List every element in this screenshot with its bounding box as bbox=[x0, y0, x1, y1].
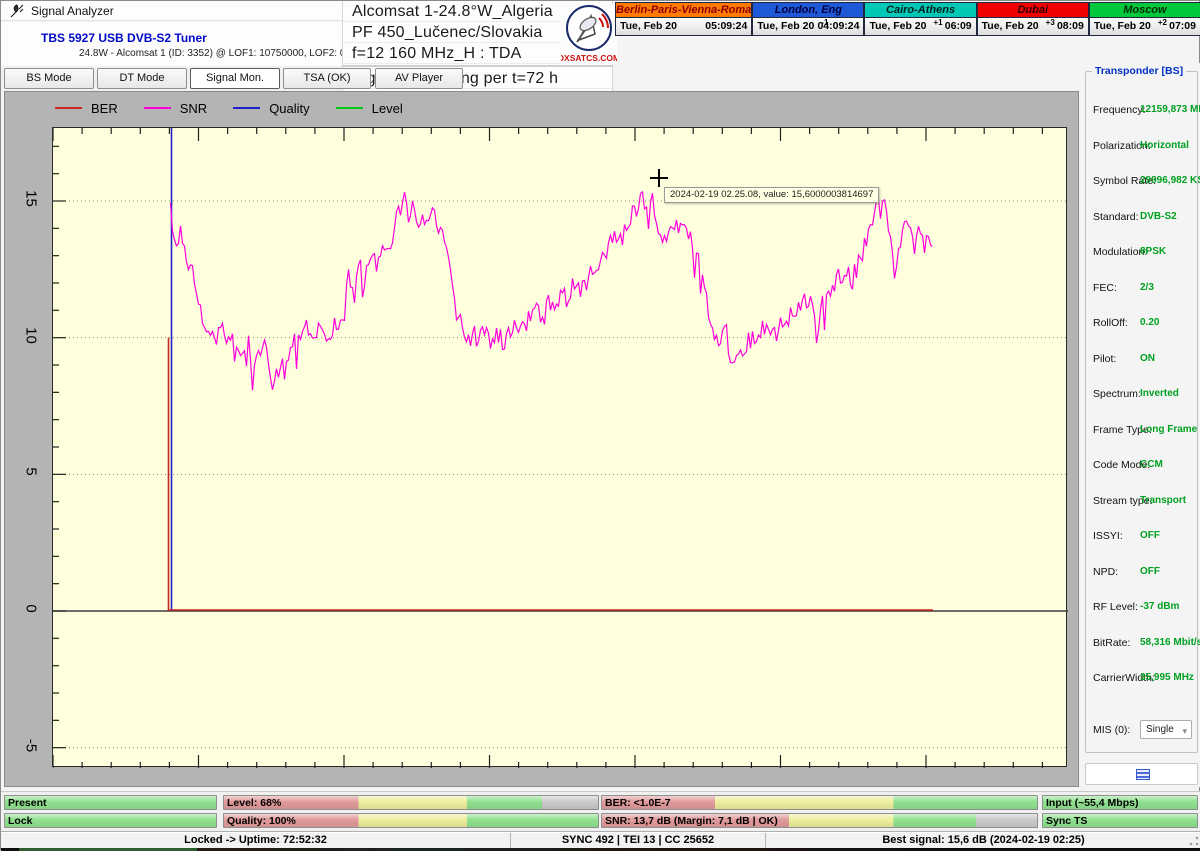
clock-city-label: Berlin-Paris-Vienna-Roma bbox=[616, 3, 751, 18]
groupbox-title: Transponder [BS] bbox=[1092, 65, 1186, 77]
legend-item-snr: SNR bbox=[144, 101, 207, 116]
row-fec: FEC:2/3 bbox=[1086, 282, 1197, 296]
clock-city-label: London, Eng bbox=[753, 3, 863, 18]
legend-item-ber: BER bbox=[55, 101, 118, 116]
ber-meter: BER: <1.0E-7 bbox=[601, 795, 1038, 810]
clock-date: Tue, Feb 20 bbox=[1094, 20, 1151, 32]
row-rolloff: RollOff:0.20 bbox=[1086, 317, 1197, 331]
level-line-swatch bbox=[336, 107, 363, 109]
quality-line-swatch bbox=[233, 107, 260, 109]
chevron-down-icon: ▾ bbox=[1182, 723, 1187, 740]
row-pilot: Pilot:ON bbox=[1086, 353, 1197, 367]
row-bitrate: BitRate:58,316 Mbit/s bbox=[1086, 637, 1197, 651]
clock-cairo: Cairo-Athens Tue, Feb 20 +1 06:09 bbox=[865, 3, 977, 35]
plot-canvas bbox=[53, 128, 1068, 768]
row-frame-type: Frame Type:Long Frame bbox=[1086, 424, 1197, 438]
logo-text: DXSATCS.COM bbox=[561, 53, 617, 63]
clock-time: 08:09 bbox=[1057, 20, 1084, 32]
mis-dropdown[interactable]: Single▾ bbox=[1140, 720, 1192, 739]
clock-date: Tue, Feb 20 bbox=[757, 20, 814, 32]
app-icon bbox=[10, 4, 24, 18]
row-mis: MIS (0): Single▾ bbox=[1086, 724, 1197, 738]
window-title: Signal Analyzer bbox=[31, 4, 114, 18]
clock-berlin: Berlin-Paris-Vienna-Roma Tue, Feb 20 05:… bbox=[616, 3, 753, 35]
clock-utc-offset: +3 bbox=[1046, 18, 1055, 27]
signal-meters-panel: Present Lock Level: 68% Quality: 100% BE… bbox=[1, 791, 1200, 831]
input-indicator: Input (~55,4 Mbps) bbox=[1042, 795, 1198, 810]
snr-meter: SNR: 13,7 dB (Margin: 7,1 dB | OK) bbox=[601, 813, 1038, 828]
tab-signal-mon[interactable]: Signal Mon. bbox=[190, 68, 280, 89]
resize-grip[interactable] bbox=[1188, 835, 1200, 847]
stream-list-icon bbox=[1136, 769, 1150, 780]
clock-time: 07:09 bbox=[1169, 20, 1196, 32]
row-polarization: Polarization:Horizontal bbox=[1086, 140, 1197, 154]
clock-date: Tue, Feb 20 bbox=[620, 20, 677, 32]
legend-item-quality: Quality bbox=[233, 101, 309, 116]
y-tick-label: 0 bbox=[23, 597, 40, 621]
legend-item-level: Level bbox=[336, 101, 403, 116]
clock-date: Tue, Feb 20 bbox=[982, 20, 1039, 32]
clock-utc-offset: +2 bbox=[1158, 18, 1167, 27]
clock-time: 06:09 bbox=[945, 20, 972, 32]
tab-bs-mode[interactable]: BS Mode bbox=[4, 68, 94, 89]
tuner-name: TBS 5927 USB DVB-S2 Tuner bbox=[41, 31, 207, 45]
clock-city-label: Dubai bbox=[978, 3, 1088, 18]
datapoint-tooltip: 2024-02-19 02.25.08, value: 15,600000381… bbox=[664, 187, 879, 203]
snr-line-swatch bbox=[144, 107, 171, 109]
sync-ts-indicator: Sync TS bbox=[1042, 813, 1198, 828]
clock-city-label: Moscow bbox=[1090, 3, 1200, 18]
signal-chart: BER SNR Quality Level 151050-5 2024-02-1… bbox=[4, 91, 1079, 787]
y-tick-label: 5 bbox=[23, 460, 40, 484]
sync-tei-cc-status: SYNC 492 | TEI 13 | CC 25652 bbox=[511, 833, 766, 848]
y-tick-label: 10 bbox=[23, 323, 40, 347]
clock-utc-offset: +1 bbox=[933, 18, 942, 27]
status-bar: Locked -> Uptime: 72:52:32 SYNC 492 | TE… bbox=[1, 832, 1200, 848]
tab-dt-mode[interactable]: DT Mode bbox=[97, 68, 187, 89]
stream-list-button[interactable] bbox=[1085, 763, 1198, 785]
row-frequency: Frequency:12159,873 MHz bbox=[1086, 104, 1197, 118]
clock-dubai: Dubai Tue, Feb 20 +3 08:09 bbox=[978, 3, 1090, 35]
quality-meter: Quality: 100% bbox=[223, 813, 599, 828]
lock-indicator: Lock bbox=[4, 813, 217, 828]
signal-analyzer-window: Signal Analyzer TBS 5927 USB DVB-S2 Tune… bbox=[0, 0, 1200, 850]
row-rf-level: RF Level:-37 dBm bbox=[1086, 601, 1197, 615]
y-tick-label: 15 bbox=[23, 187, 40, 211]
row-spectrum: Spectrum:Inverted bbox=[1086, 388, 1197, 402]
row-carrier-width: CarrierWidth:35,995 MHz bbox=[1086, 672, 1197, 686]
mode-tabs: BS Mode DT Mode Signal Mon. TSA (OK) AV … bbox=[1, 66, 342, 91]
row-standard: Standard:DVB-S2 bbox=[1086, 211, 1197, 225]
row-code-mode: Code Mode:CCM bbox=[1086, 459, 1197, 473]
clock-moscow: Moscow Tue, Feb 20 +2 07:09 bbox=[1090, 3, 1200, 35]
cursor-crosshair bbox=[650, 169, 668, 187]
clock-city-label: Cairo-Athens bbox=[865, 3, 975, 18]
world-clocks-panel: Berlin-Paris-Vienna-Roma Tue, Feb 20 05:… bbox=[615, 2, 1200, 36]
plot-area: 151050-5 2024-02-19 02.25.08, value: 15,… bbox=[52, 127, 1067, 767]
row-modulation: Modulation:8PSK bbox=[1086, 246, 1197, 260]
ber-line-swatch bbox=[55, 107, 82, 109]
row-npd: NPD:OFF bbox=[1086, 566, 1197, 580]
row-symbol-rate: Symbol Rate:29996,982 KS/s bbox=[1086, 175, 1197, 189]
present-indicator: Present bbox=[4, 795, 217, 810]
y-tick-label: -5 bbox=[23, 733, 40, 757]
clock-time: 05:09:24 bbox=[705, 20, 747, 32]
tab-av-player[interactable]: AV Player bbox=[375, 68, 463, 89]
transponder-panel: Transponder [BS] Frequency:12159,873 MHz… bbox=[1081, 63, 1200, 787]
row-issyi: ISSYI:OFF bbox=[1086, 530, 1197, 544]
clock-time: 04:09:24 bbox=[817, 20, 859, 32]
level-meter: Level: 68% bbox=[223, 795, 599, 810]
clock-london: London, Eng Tue, Feb 20 -1 04:09:24 bbox=[753, 3, 865, 35]
clock-date: Tue, Feb 20 bbox=[869, 20, 926, 32]
uptime-status: Locked -> Uptime: 72:52:32 bbox=[1, 833, 511, 848]
tuner-info-panel: TBS 5927 USB DVB-S2 Tuner 24.8W - Alcoms… bbox=[1, 22, 342, 66]
dxsatcs-logo: DXSATCS.COM bbox=[561, 4, 617, 64]
transponder-groupbox: Transponder [BS] Frequency:12159,873 MHz… bbox=[1085, 71, 1198, 753]
chart-legend: BER SNR Quality Level bbox=[55, 96, 403, 120]
row-stream-type: Stream type:Transport bbox=[1086, 495, 1197, 509]
tab-tsa[interactable]: TSA (OK) bbox=[283, 68, 371, 89]
best-signal-status: Best signal: 15,6 dB (2024-02-19 02:25) bbox=[766, 833, 1200, 848]
